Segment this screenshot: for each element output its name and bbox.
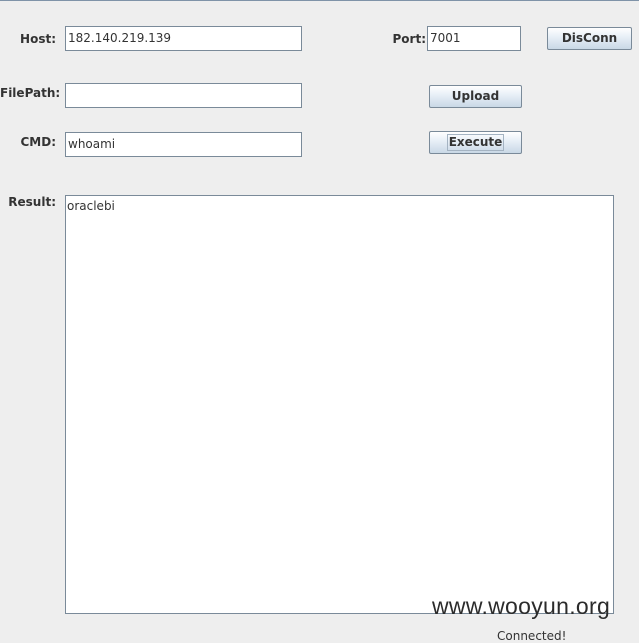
watermark-text: www.wooyun.org [432,593,611,619]
filepath-input[interactable] [65,83,302,108]
upload-button[interactable]: Upload [429,85,522,108]
host-input[interactable]: 182.140.219.139 [65,26,302,51]
filepath-label: FilePath: [0,86,61,100]
host-label: Host: [20,32,56,46]
status-text: Connected! [497,629,567,643]
port-label: Port: [392,32,427,46]
cmd-label: CMD: [20,135,56,149]
window-top-border [0,0,639,1]
disconnect-button-label: DisConn [561,31,618,45]
execute-button-label: Execute [446,134,505,151]
cmd-input[interactable]: whoami [65,132,302,157]
execute-button[interactable]: Execute [429,131,522,154]
upload-button-label: Upload [451,89,500,103]
result-label: Result: [8,195,56,209]
port-input[interactable]: 7001 [427,26,521,51]
disconnect-button[interactable]: DisConn [547,27,632,50]
result-textarea[interactable]: oraclebi [65,195,614,614]
